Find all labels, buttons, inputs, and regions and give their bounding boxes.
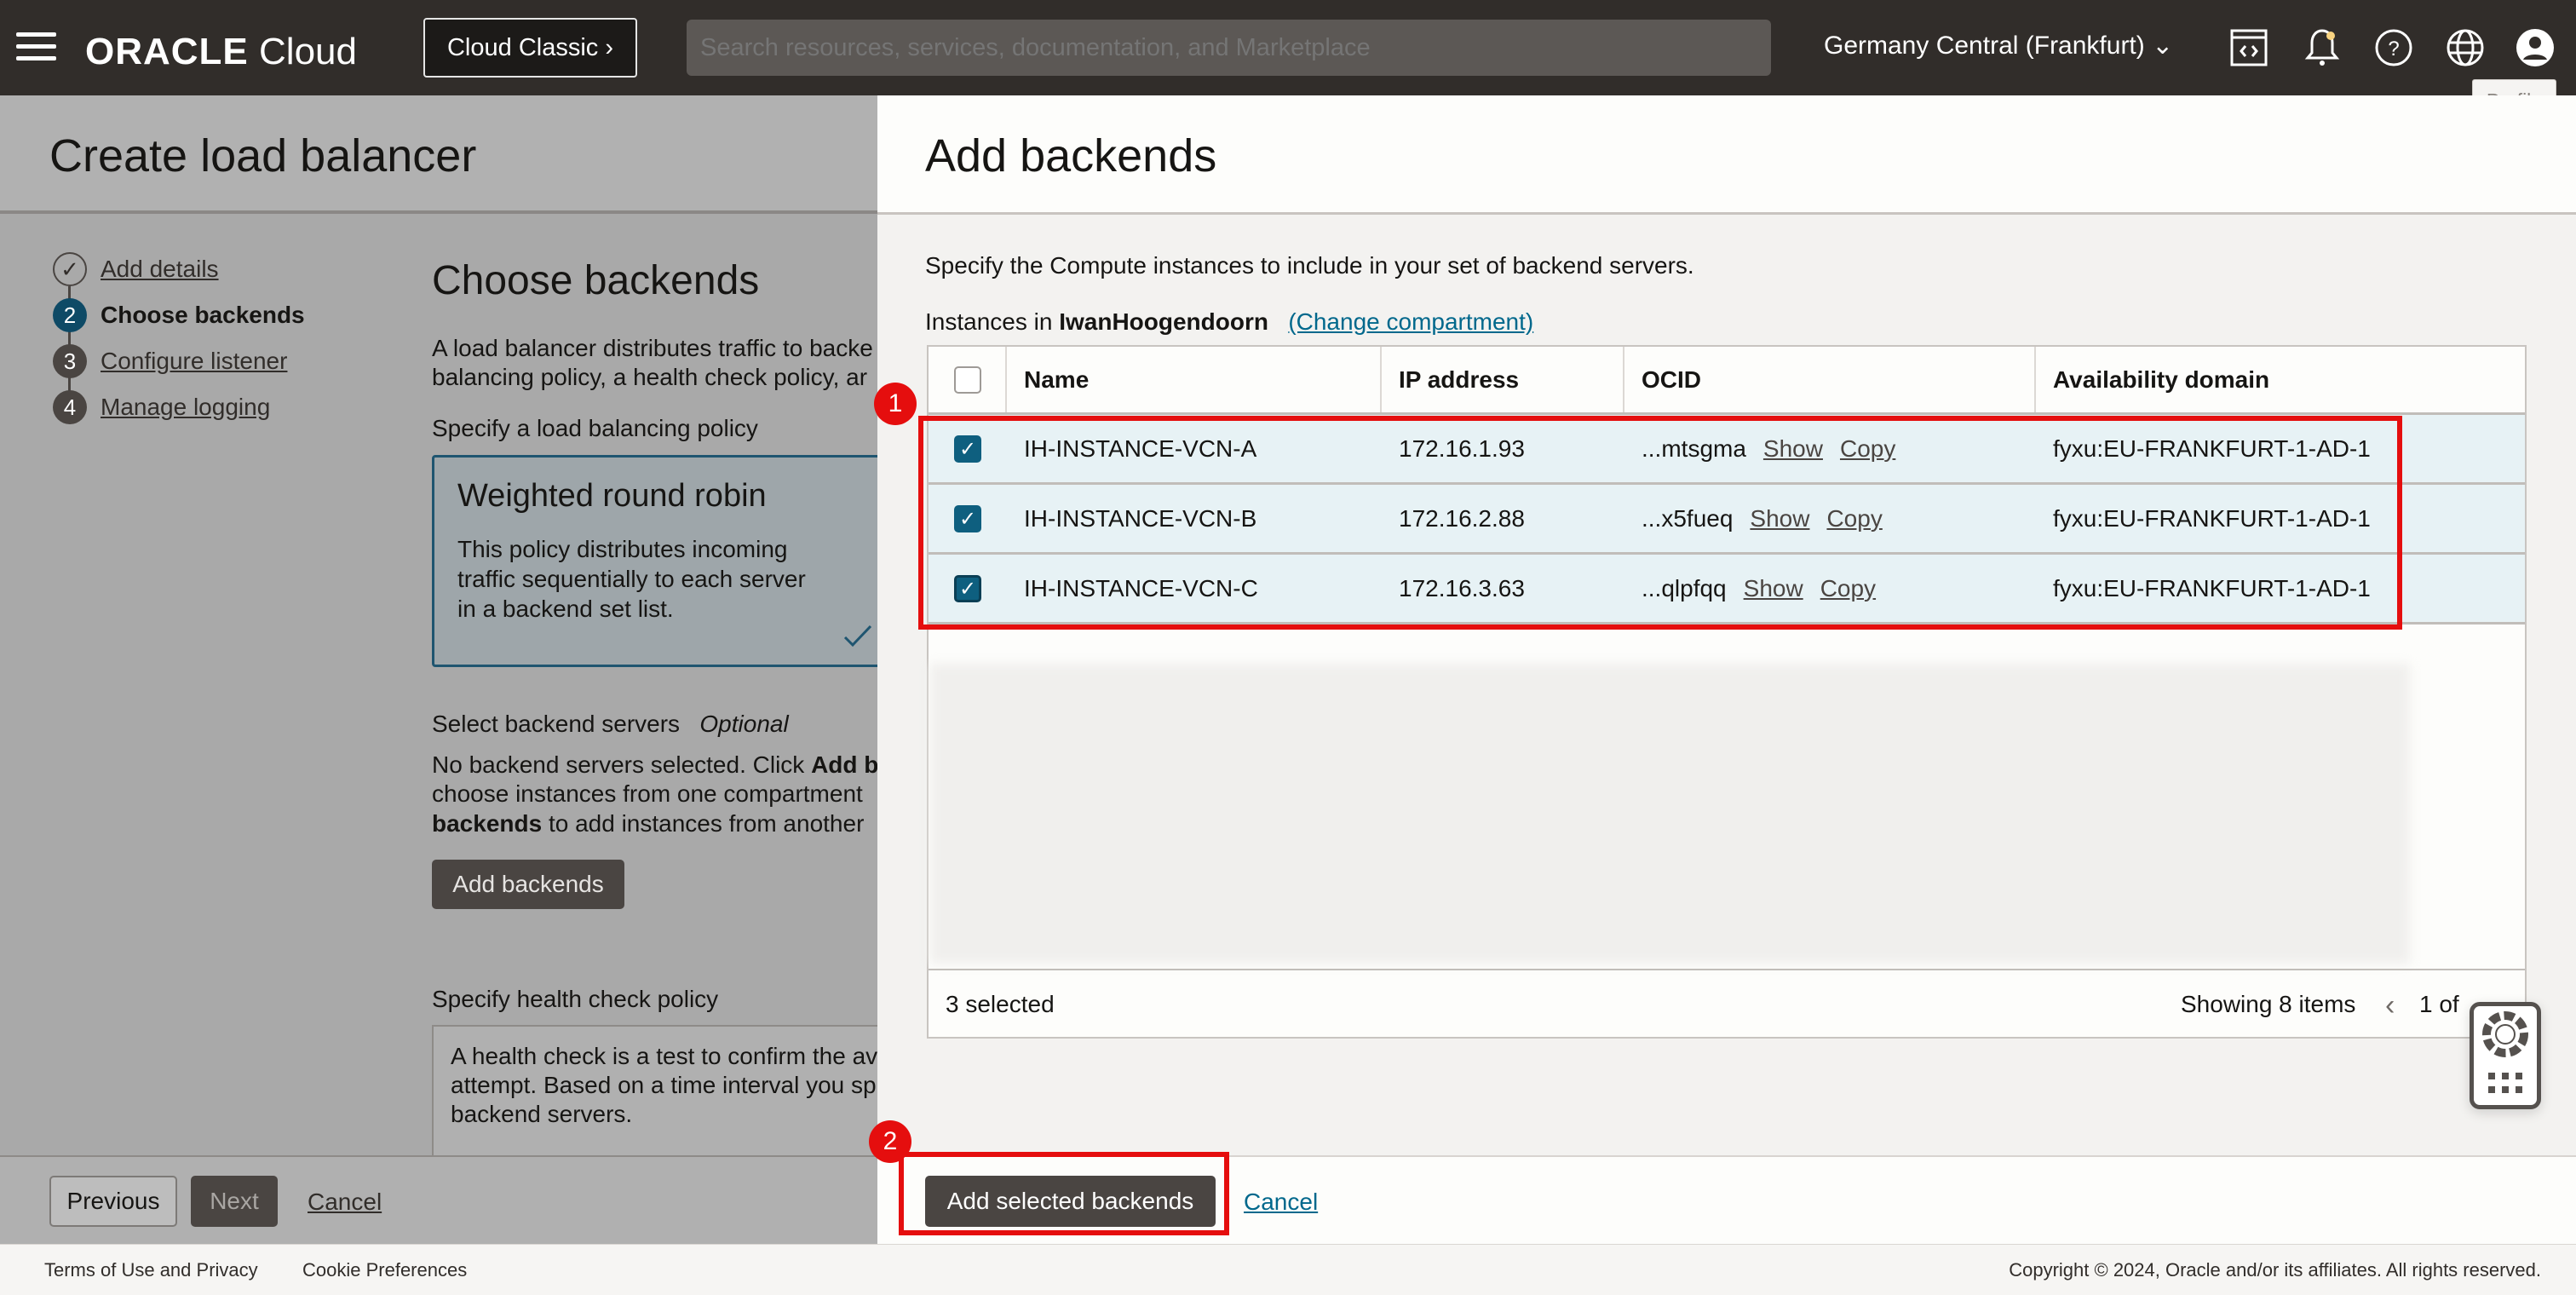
change-compartment-link[interactable]: (Change compartment) [1288,308,1533,335]
terms-link[interactable]: Terms of Use and Privacy [44,1259,258,1281]
items-count: Showing 8 items [2181,991,2356,1017]
region-label: Germany Central (Frankfurt) [1824,32,2145,60]
column-header-availability-domain[interactable]: Availability domain [2036,347,2525,412]
drawer-header: Add backends [877,95,2576,215]
chevron-right-icon: › [605,33,614,61]
step-number-3: 3 [53,344,87,378]
logo-brand: ORACLE [85,31,249,72]
text: No backend servers selected. Click [432,751,812,778]
section-heading: Choose backends [432,258,760,303]
text: to add instances from another [542,810,865,837]
annotation-box-2 [899,1152,1229,1235]
step-add-details[interactable]: Add details [101,256,219,283]
previous-page-icon[interactable]: ‹ [2385,989,2395,1022]
step-configure-listener[interactable]: Configure listener [101,348,287,375]
column-header-ocid[interactable]: OCID [1624,347,2036,412]
policy-label: Specify a load balancing policy [432,415,758,441]
wizard-footer: Previous Next Cancel [0,1155,877,1244]
help-widget[interactable] [2470,1002,2541,1109]
search-input[interactable] [687,20,1771,76]
cloud-classic-button[interactable]: Cloud Classic › [423,18,637,78]
selected-count: 3 selected [946,991,1055,1017]
create-load-balancer-wizard: Create load balancer ✓ Add details 2 Cho… [0,95,877,1244]
backend-servers-label: Select backend servers Optional [432,711,789,738]
page-title: Create load balancer [49,130,477,181]
health-text: attempt. Based on a time interval you sp [451,1072,877,1098]
policy-desc: This policy distributes incoming [457,536,788,562]
lifebuoy-icon [2482,1011,2528,1057]
column-header-ip[interactable]: IP address [1382,347,1624,412]
blurred-rows [930,664,2410,964]
profile-avatar-icon[interactable] [2513,26,2557,70]
policy-desc: traffic sequentially to each server [457,566,806,592]
cookie-preferences-link[interactable]: Cookie Preferences [302,1259,467,1281]
drawer-title: Add backends [925,130,1217,181]
backend-text-line: choose instances from one compartment [432,780,863,807]
column-header-name[interactable]: Name [1007,347,1382,412]
help-icon[interactable]: ? [2372,26,2416,70]
cloud-classic-label: Cloud Classic [446,33,599,61]
apps-grid-icon [2488,1073,2522,1093]
drawer-description: Specify the Compute instances to include… [925,252,1694,279]
text-bold: Add b [811,751,877,778]
next-button[interactable]: Next [191,1176,278,1227]
copyright-text: Copyright © 2024, Oracle and/or its affi… [2009,1259,2541,1281]
oracle-cloud-logo[interactable]: ORACLE Cloud [85,31,357,73]
annotation-badge-1: 1 [874,383,917,425]
hamburger-menu-icon[interactable] [16,32,56,61]
health-text: A health check is a test to confirm the … [451,1043,877,1069]
logo-product: Cloud [259,31,357,72]
footer-divider [929,969,2525,970]
language-globe-icon[interactable] [2443,26,2487,70]
compartment-name: IwanHoogendoorn [1059,308,1268,335]
wizard-title-bar: Create load balancer [0,95,877,214]
step-number-4: 4 [53,390,87,424]
policy-title: Weighted round robin [457,478,767,514]
select-all-cell [929,347,1007,412]
backend-label: Select backend servers [432,711,681,737]
policy-desc: in a backend set list. [457,596,674,622]
instances-in-label: Instances in [925,308,1060,335]
text-bold: backends [432,810,543,837]
chevron-down-icon: ⌄ [2152,32,2174,60]
page-footer: Terms of Use and Privacy Cookie Preferen… [0,1244,2576,1295]
annotation-box-1 [918,416,2402,630]
code-editor-icon[interactable] [2227,26,2271,70]
step-number-2: 2 [53,298,87,332]
backend-text-line: No backend servers selected. Click Add b [432,751,877,779]
compartment-line: Instances in IwanHoogendoorn (Change com… [925,308,1533,336]
region-selector[interactable]: Germany Central (Frankfurt) ⌄ [1824,31,2173,60]
top-nav-bar: ORACLE Cloud Cloud Classic › Germany Cen… [0,0,2576,95]
page-indicator: 1 of [2419,991,2459,1017]
wizard-cancel-link[interactable]: Cancel [308,1189,382,1216]
annotation-badge-2: 2 [869,1120,911,1163]
select-all-checkbox[interactable] [954,365,981,394]
health-check-info-box: A health check is a test to confirm the … [432,1025,877,1161]
backend-text-line: backends to add instances from another [432,810,864,837]
previous-button[interactable]: Previous [49,1176,177,1227]
health-check-label: Specify health check policy [432,986,719,1012]
svg-text:?: ? [2388,37,2399,60]
intro-text-line: A load balancer distributes traffic to b… [432,335,873,361]
intro-text-line: balancing policy, a health check policy,… [432,364,868,390]
add-backends-button[interactable]: Add backends [432,860,624,909]
policy-card-weighted-round-robin[interactable]: Weighted round robin This policy distrib… [432,455,877,667]
selected-check-icon [843,624,872,648]
step-manage-logging[interactable]: Manage logging [101,394,270,421]
notifications-bell-icon[interactable] [2300,26,2344,70]
optional-tag: Optional [699,711,789,737]
step-complete-check-icon: ✓ [53,252,87,286]
drawer-cancel-link[interactable]: Cancel [1244,1189,1318,1216]
step-choose-backends: Choose backends [101,302,305,328]
health-text: backend servers. [451,1101,633,1127]
